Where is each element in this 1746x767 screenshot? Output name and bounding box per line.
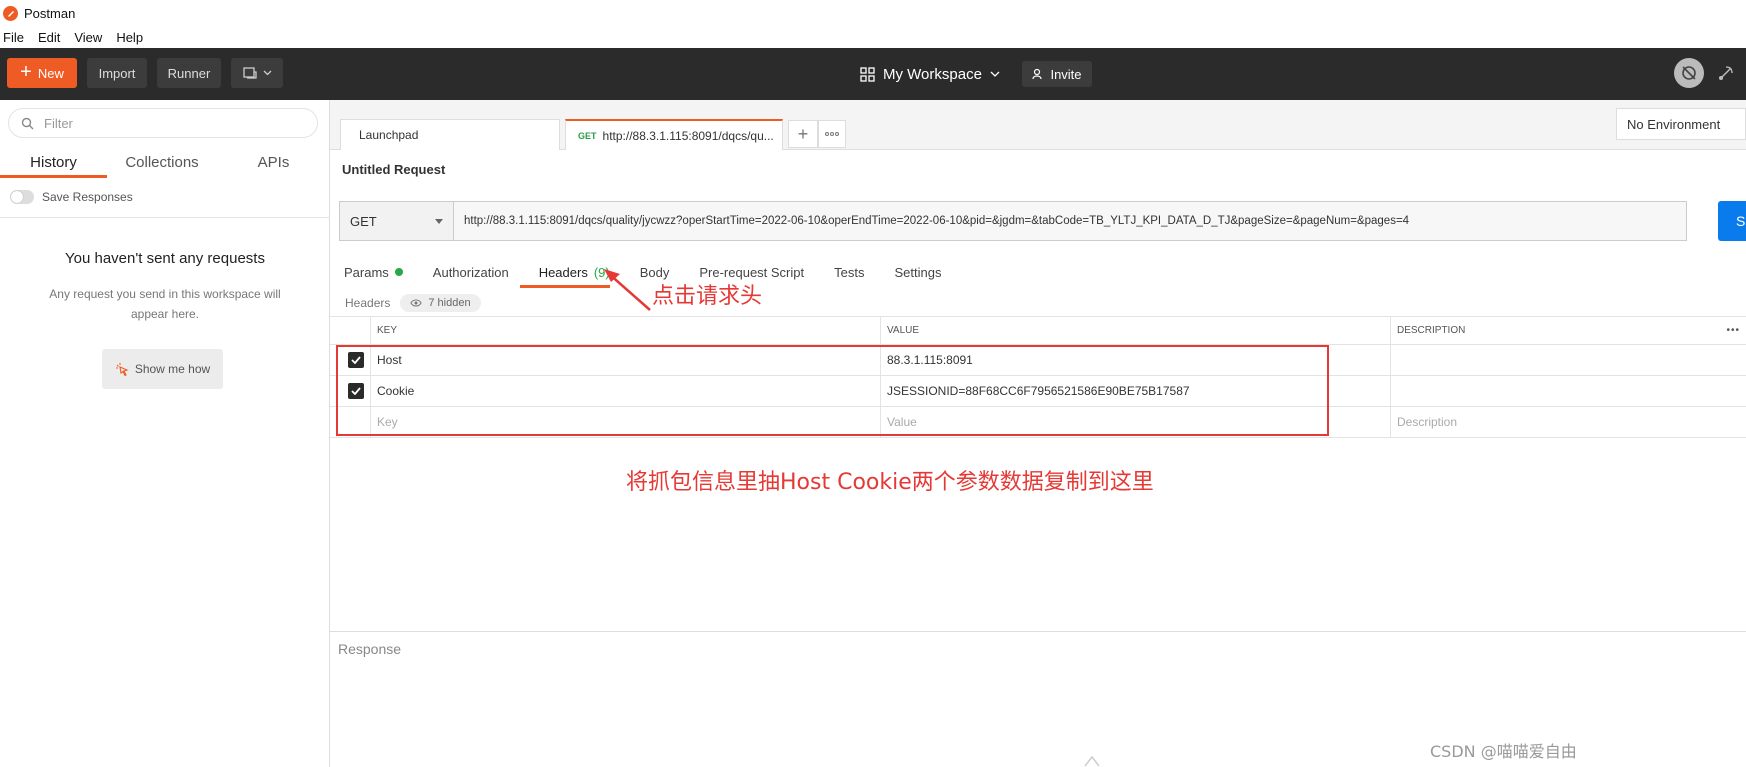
tab-method: GET bbox=[578, 130, 597, 141]
menu-view[interactable]: View bbox=[74, 30, 102, 45]
eye-icon bbox=[410, 299, 422, 307]
tab-history[interactable]: History bbox=[0, 148, 107, 178]
column-description: DESCRIPTION bbox=[1390, 317, 1746, 344]
import-button[interactable]: Import bbox=[87, 58, 147, 88]
filter-input[interactable]: Filter bbox=[8, 108, 318, 138]
tab-authorization[interactable]: Authorization bbox=[433, 260, 509, 284]
menu-bar: File Edit View Help bbox=[0, 26, 1746, 48]
empty-state-title: You haven't sent any requests bbox=[65, 250, 265, 267]
tab-params[interactable]: Params bbox=[344, 260, 403, 284]
headers-subheader: Headers 7 hidden bbox=[345, 294, 481, 312]
app-header: + New Import Runner My Workspace Invite bbox=[0, 48, 1746, 100]
search-icon bbox=[21, 117, 34, 129]
ellipsis-icon bbox=[825, 132, 839, 136]
header-description-cell[interactable] bbox=[1390, 376, 1746, 406]
new-window-button[interactable] bbox=[231, 58, 283, 88]
postman-window: Postman File Edit View Help + New Import… bbox=[0, 0, 1746, 767]
send-button[interactable]: Send bbox=[1718, 201, 1746, 241]
tab-apis[interactable]: APIs bbox=[217, 148, 330, 178]
annotation-click-headers: 点击请求头 bbox=[652, 284, 763, 309]
grid-icon bbox=[860, 66, 875, 82]
tab-active-request[interactable]: GET http://88.3.1.115:8091/dqcs/qu... bbox=[565, 119, 783, 150]
status-dot-icon bbox=[394, 268, 403, 276]
add-tab-button[interactable]: + bbox=[788, 120, 818, 148]
menu-file[interactable]: File bbox=[3, 30, 24, 45]
workspace-label: My Workspace bbox=[883, 65, 982, 83]
more-tabs-button[interactable] bbox=[818, 120, 846, 148]
tab-collections[interactable]: Collections bbox=[107, 148, 217, 178]
header-description-cell[interactable] bbox=[1390, 345, 1746, 375]
environment-selector[interactable]: No Environment bbox=[1616, 108, 1746, 140]
tab-tests[interactable]: Tests bbox=[834, 260, 864, 284]
divider bbox=[0, 217, 330, 218]
workspace-selector[interactable]: My Workspace bbox=[860, 60, 1000, 88]
tab-settings[interactable]: Settings bbox=[894, 260, 941, 284]
column-key: KEY bbox=[370, 317, 880, 344]
menu-edit[interactable]: Edit bbox=[38, 30, 60, 45]
method-select[interactable]: GET bbox=[339, 201, 454, 241]
satellite-icon[interactable] bbox=[1716, 63, 1736, 83]
chevron-down-icon bbox=[990, 71, 1000, 77]
postman-logo-icon bbox=[3, 5, 18, 21]
chevron-down-icon bbox=[263, 70, 271, 76]
annotation-arrow-icon bbox=[604, 269, 651, 311]
table-more-icon[interactable]: ••• bbox=[1726, 317, 1740, 344]
request-tab-strip: Launchpad GET http://88.3.1.115:8091/dqc… bbox=[330, 100, 1746, 150]
plus-icon: + bbox=[20, 61, 32, 83]
title-bar: Postman bbox=[0, 0, 1746, 26]
new-window-icon bbox=[242, 67, 257, 79]
watermark: CSDN @喵喵爱自由 bbox=[1430, 742, 1577, 761]
annotation-highlight-box bbox=[336, 345, 1329, 436]
headers-label: Headers bbox=[345, 296, 391, 310]
show-me-how-button[interactable]: Show me how bbox=[102, 349, 223, 389]
main-panel: Launchpad GET http://88.3.1.115:8091/dqc… bbox=[330, 100, 1746, 767]
response-label: Response bbox=[338, 641, 402, 657]
annotation-copy-note: 将抓包信息里抽Host Cookie两个参数数据复制到这里 bbox=[626, 470, 1154, 495]
hidden-headers-toggle[interactable]: 7 hidden bbox=[400, 294, 481, 312]
request-title: Untitled Request bbox=[342, 162, 446, 177]
response-divider[interactable] bbox=[330, 631, 1746, 632]
sidebar: Filter History Collections APIs Save Res… bbox=[0, 100, 330, 767]
tab-launchpad[interactable]: Launchpad bbox=[340, 119, 560, 150]
caret-up-icon bbox=[1084, 755, 1100, 767]
caret-down-icon bbox=[435, 218, 443, 224]
menu-help[interactable]: Help bbox=[116, 30, 143, 45]
runner-button[interactable]: Runner bbox=[157, 58, 221, 88]
toggle-switch[interactable] bbox=[10, 190, 34, 204]
new-button[interactable]: + New bbox=[7, 58, 77, 88]
invite-button[interactable]: Invite bbox=[1022, 61, 1092, 87]
tab-url: http://88.3.1.115:8091/dqcs/qu... bbox=[602, 128, 774, 143]
pointer-icon bbox=[115, 363, 129, 376]
app-title: Postman bbox=[24, 5, 76, 21]
save-responses-toggle[interactable]: Save Responses bbox=[10, 190, 133, 204]
column-value: VALUE bbox=[880, 317, 1390, 344]
sync-off-icon[interactable] bbox=[1674, 58, 1704, 88]
user-plus-icon bbox=[1032, 68, 1043, 80]
active-tab-indicator bbox=[520, 285, 610, 288]
table-header-row: KEY VALUE DESCRIPTION ••• bbox=[330, 316, 1746, 345]
header-check-cell bbox=[330, 317, 370, 344]
description-placeholder-input[interactable]: Description bbox=[1390, 407, 1746, 437]
url-input[interactable]: http://88.3.1.115:8091/dqcs/quality/jycw… bbox=[454, 201, 1687, 241]
sidebar-tabs: History Collections APIs bbox=[0, 148, 330, 178]
empty-state-description: Any request you send in this workspace w… bbox=[49, 287, 281, 321]
filter-placeholder: Filter bbox=[44, 115, 73, 131]
